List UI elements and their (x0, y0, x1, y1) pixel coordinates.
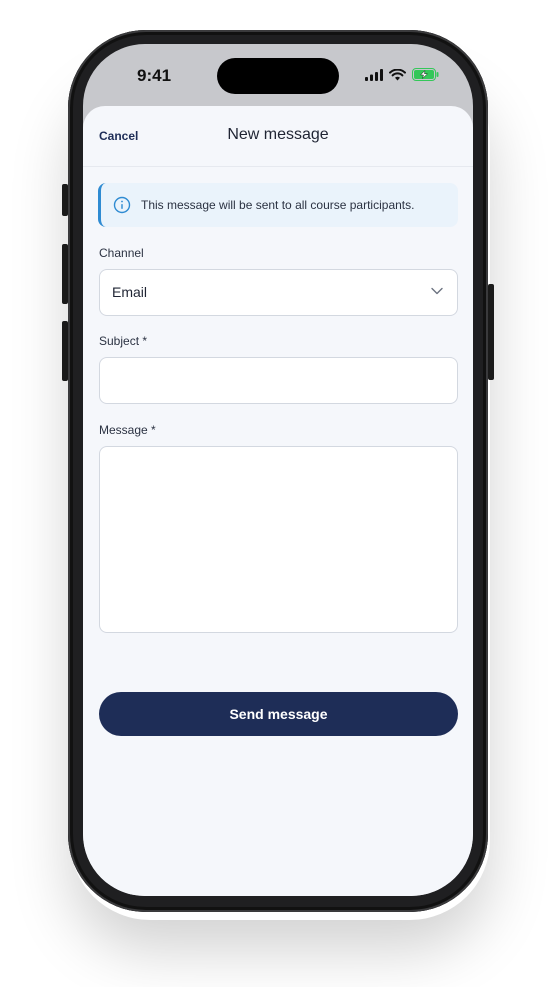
volume-up-button (62, 244, 68, 304)
power-button (488, 284, 494, 380)
screen: 9:41 Cancel New message This message wil… (83, 44, 473, 896)
channel-select[interactable]: Email (99, 269, 458, 316)
send-message-button[interactable]: Send message (99, 692, 458, 736)
info-icon (113, 196, 131, 214)
nav-bar: Cancel New message (83, 106, 473, 167)
subject-input[interactable] (99, 357, 458, 404)
compose-sheet: Cancel New message This message will be … (83, 106, 473, 896)
info-banner: This message will be sent to all course … (98, 183, 458, 227)
volume-down-button (62, 321, 68, 381)
signal-icon (365, 68, 383, 81)
channel-selected-value: Email (112, 284, 148, 300)
status-icons (365, 68, 439, 81)
subject-label: Subject * (99, 334, 148, 348)
info-banner-text: This message will be sent to all course … (141, 198, 415, 212)
action-button (62, 184, 68, 216)
battery-charging-icon (412, 68, 439, 81)
dynamic-island (217, 58, 339, 94)
channel-label: Channel (99, 246, 144, 260)
status-bar: 9:41 (83, 44, 473, 106)
status-time: 9:41 (137, 66, 172, 85)
message-textarea[interactable] (99, 446, 458, 633)
wifi-icon (389, 68, 406, 80)
page-title: New message (227, 126, 329, 143)
message-label: Message * (99, 423, 156, 437)
chevron-down-icon (431, 287, 443, 295)
